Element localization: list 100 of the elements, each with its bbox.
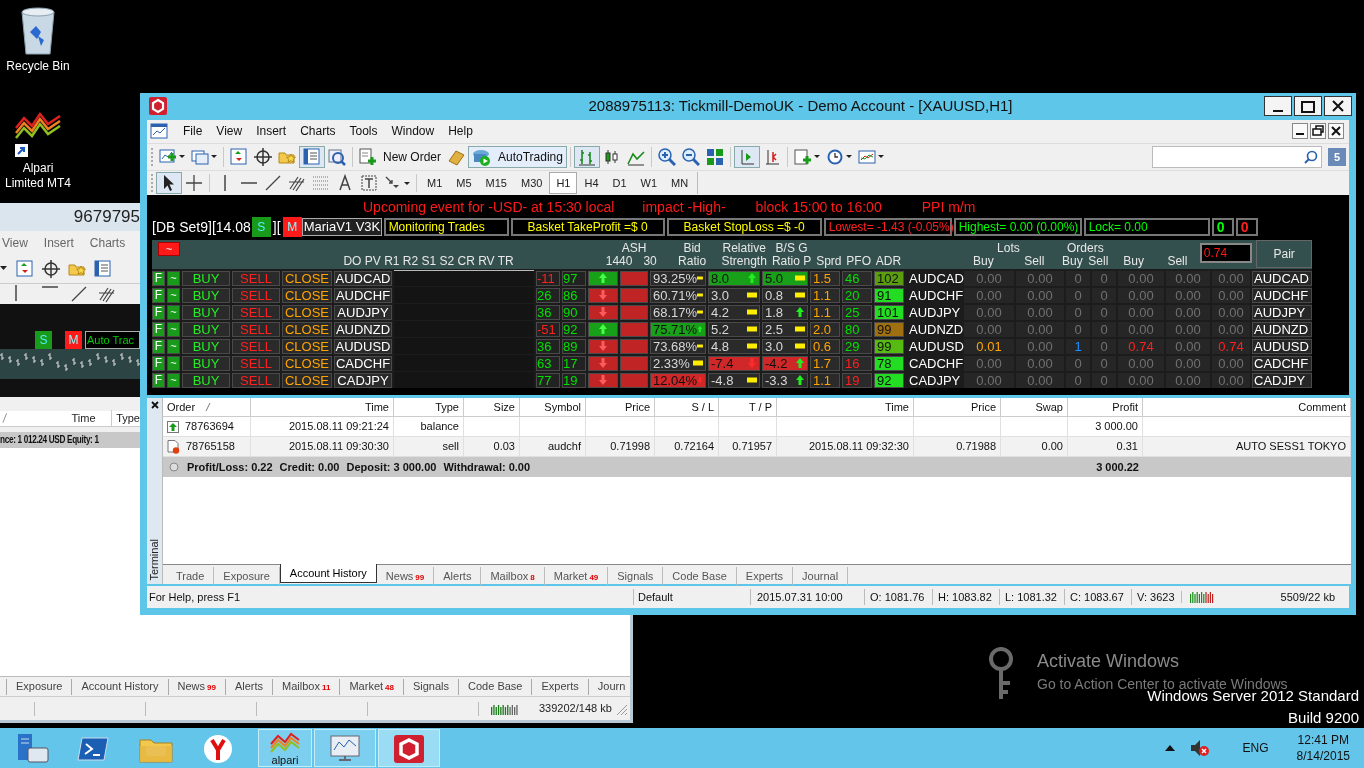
column-header[interactable]: Time bbox=[251, 398, 394, 417]
tab[interactable]: Signals bbox=[608, 567, 664, 586]
close-button[interactable] bbox=[1328, 123, 1344, 140]
bar-chart-button[interactable] bbox=[573, 145, 600, 168]
new-order-button[interactable]: New Order bbox=[356, 145, 444, 168]
timeframe-button[interactable]: H4 bbox=[577, 172, 606, 195]
buy-button[interactable]: BUY bbox=[182, 304, 230, 320]
column-header[interactable]: Order bbox=[163, 398, 251, 417]
close-button[interactable]: CLOSE bbox=[282, 321, 332, 337]
f-button[interactable]: F bbox=[152, 304, 165, 320]
document-icon[interactable] bbox=[150, 123, 168, 140]
tab[interactable]: Market 49 bbox=[544, 567, 609, 586]
desktop-icon-label[interactable]: Recycle Bin bbox=[2, 59, 74, 74]
tab[interactable]: Experts bbox=[531, 678, 588, 695]
f-button[interactable]: F bbox=[152, 372, 165, 388]
market-watch-icon[interactable] bbox=[16, 259, 34, 278]
taskbar-button[interactable] bbox=[314, 729, 376, 767]
restore-button[interactable] bbox=[1310, 123, 1326, 140]
tab[interactable]: Journal bbox=[793, 567, 849, 586]
toggle-button[interactable]: ~ bbox=[158, 242, 180, 256]
sell-button[interactable]: SELL bbox=[232, 270, 280, 286]
tilde-button[interactable]: ~ bbox=[167, 355, 180, 371]
caret-icon[interactable] bbox=[0, 265, 8, 272]
window-list-icon[interactable] bbox=[94, 259, 112, 278]
column-header[interactable]: Size bbox=[464, 398, 520, 417]
buy-button[interactable]: BUY bbox=[182, 372, 230, 388]
speaker-muted-icon[interactable] bbox=[1188, 738, 1211, 758]
column-header[interactable]: Symbol bbox=[520, 398, 586, 417]
search-icon[interactable] bbox=[1304, 149, 1318, 164]
menu-item[interactable]: View bbox=[2, 233, 28, 252]
menu-item[interactable]: Insert bbox=[43, 233, 74, 252]
tab[interactable]: Account History bbox=[71, 678, 168, 695]
menu-item[interactable]: Help bbox=[441, 121, 480, 142]
taskbar-button[interactable] bbox=[378, 729, 440, 767]
tab[interactable]: Exposure bbox=[214, 567, 280, 586]
column-header[interactable]: T / P bbox=[719, 398, 777, 417]
taskbar-button[interactable]: alpari bbox=[258, 729, 312, 767]
close-button[interactable]: CLOSE bbox=[282, 355, 332, 371]
timeframe-button[interactable]: M1 bbox=[420, 172, 450, 195]
tilde-button[interactable]: ~ bbox=[167, 270, 180, 286]
trend-line-icon[interactable] bbox=[70, 284, 88, 303]
tab[interactable]: Account History bbox=[279, 564, 377, 584]
crosshair-icon[interactable] bbox=[42, 259, 60, 278]
tilde-button[interactable]: ~ bbox=[167, 321, 180, 337]
tab[interactable]: Mailbox 8 bbox=[481, 567, 545, 586]
timeframe-button[interactable]: D1 bbox=[605, 172, 634, 195]
tab[interactable]: News 99 bbox=[376, 567, 435, 586]
close-button[interactable]: CLOSE bbox=[282, 287, 332, 303]
timeframe-button[interactable]: MN bbox=[664, 172, 696, 195]
sell-button[interactable]: SELL bbox=[232, 287, 280, 303]
badge-button[interactable]: 5 bbox=[1328, 147, 1346, 166]
timeframe-button[interactable]: M30 bbox=[513, 172, 550, 195]
language-indicator[interactable]: ENG bbox=[1242, 739, 1269, 757]
autotrading-button[interactable]: AutoTrading bbox=[468, 145, 567, 168]
tilde-button[interactable]: ~ bbox=[167, 338, 180, 354]
chart-shift-button[interactable] bbox=[733, 145, 760, 168]
menu-item[interactable]: Window bbox=[384, 121, 442, 142]
tab[interactable]: Mailbox 11 bbox=[272, 678, 340, 695]
sell-button[interactable]: SELL bbox=[232, 338, 280, 354]
tilde-button[interactable]: ~ bbox=[167, 287, 180, 303]
buy-button[interactable]: BUY bbox=[182, 287, 230, 303]
tab[interactable]: Trade bbox=[167, 567, 215, 586]
sell-button[interactable]: SELL bbox=[232, 355, 280, 371]
terminal-button[interactable] bbox=[299, 145, 325, 168]
timeframe-button[interactable]: H1 bbox=[549, 172, 578, 195]
wave-logo-icon[interactable] bbox=[15, 111, 61, 139]
tab[interactable]: Alerts bbox=[224, 678, 273, 695]
tab[interactable]: News 99 bbox=[167, 678, 225, 695]
tab[interactable]: Alerts bbox=[434, 567, 482, 586]
tilde-button[interactable]: ~ bbox=[167, 372, 180, 388]
close-button[interactable]: CLOSE bbox=[282, 304, 332, 320]
column-header[interactable]: Profit bbox=[1068, 398, 1143, 417]
f-button[interactable]: F bbox=[152, 287, 165, 303]
buy-button[interactable]: BUY bbox=[182, 355, 230, 371]
menu-item[interactable]: View bbox=[209, 121, 250, 142]
f-button[interactable]: F bbox=[152, 338, 165, 354]
menu-item[interactable]: Charts bbox=[293, 121, 343, 142]
tab[interactable]: Exposure bbox=[6, 678, 72, 695]
timeframe-button[interactable]: M15 bbox=[478, 172, 514, 195]
close-button[interactable]: CLOSE bbox=[282, 270, 332, 286]
close-icon[interactable] bbox=[149, 400, 160, 411]
tab[interactable]: Code Base bbox=[458, 678, 532, 695]
desktop-icon-label[interactable]: Alpari Limited MT4 bbox=[2, 161, 74, 191]
close-button[interactable] bbox=[1324, 96, 1352, 117]
tab[interactable]: Experts bbox=[736, 567, 794, 586]
tab[interactable]: Market 48 bbox=[339, 678, 403, 695]
menu-item[interactable]: Tools bbox=[342, 121, 385, 142]
column-header[interactable]: Price bbox=[586, 398, 655, 417]
clock-time[interactable]: 12:41 PM bbox=[1297, 732, 1349, 748]
tab[interactable]: Code Base bbox=[663, 567, 737, 586]
column-header[interactable]: S / L bbox=[655, 398, 719, 417]
column-header[interactable]: Swap bbox=[1001, 398, 1068, 417]
sell-button[interactable]: SELL bbox=[232, 372, 280, 388]
minimize-button[interactable] bbox=[1292, 123, 1308, 140]
f-button[interactable]: F bbox=[152, 270, 165, 286]
column-header[interactable]: Time bbox=[71, 410, 100, 427]
menu-item[interactable]: File bbox=[176, 121, 210, 142]
buy-button[interactable]: BUY bbox=[182, 338, 230, 354]
clock-date[interactable]: 8/14/2015 bbox=[1296, 748, 1350, 764]
close-button[interactable]: CLOSE bbox=[282, 338, 332, 354]
